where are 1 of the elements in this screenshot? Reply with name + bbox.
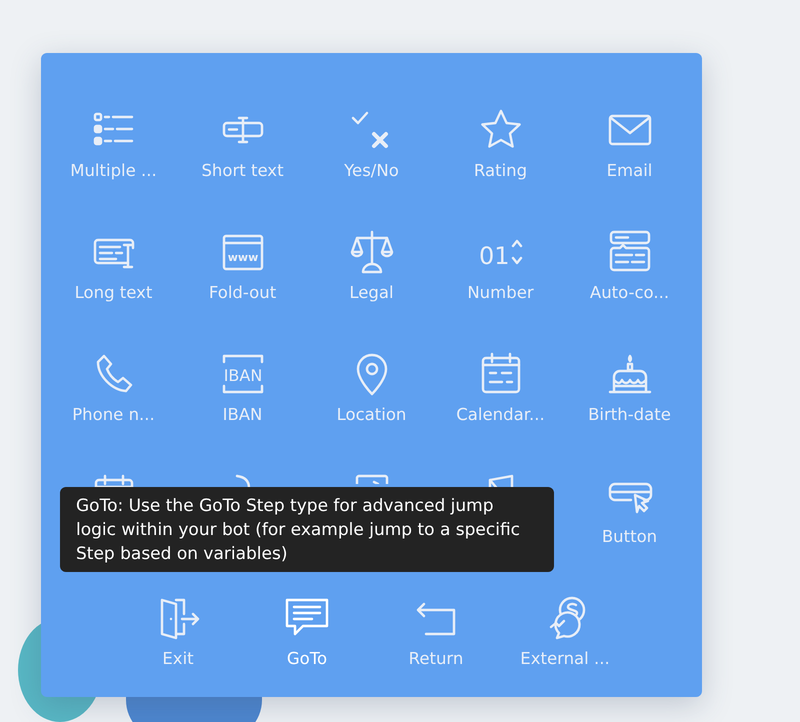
tooltip: GoTo: Use the GoTo Step type for advanced jump logic within your bot (for example jump to a specific Step based on variables) xyxy=(60,487,554,572)
